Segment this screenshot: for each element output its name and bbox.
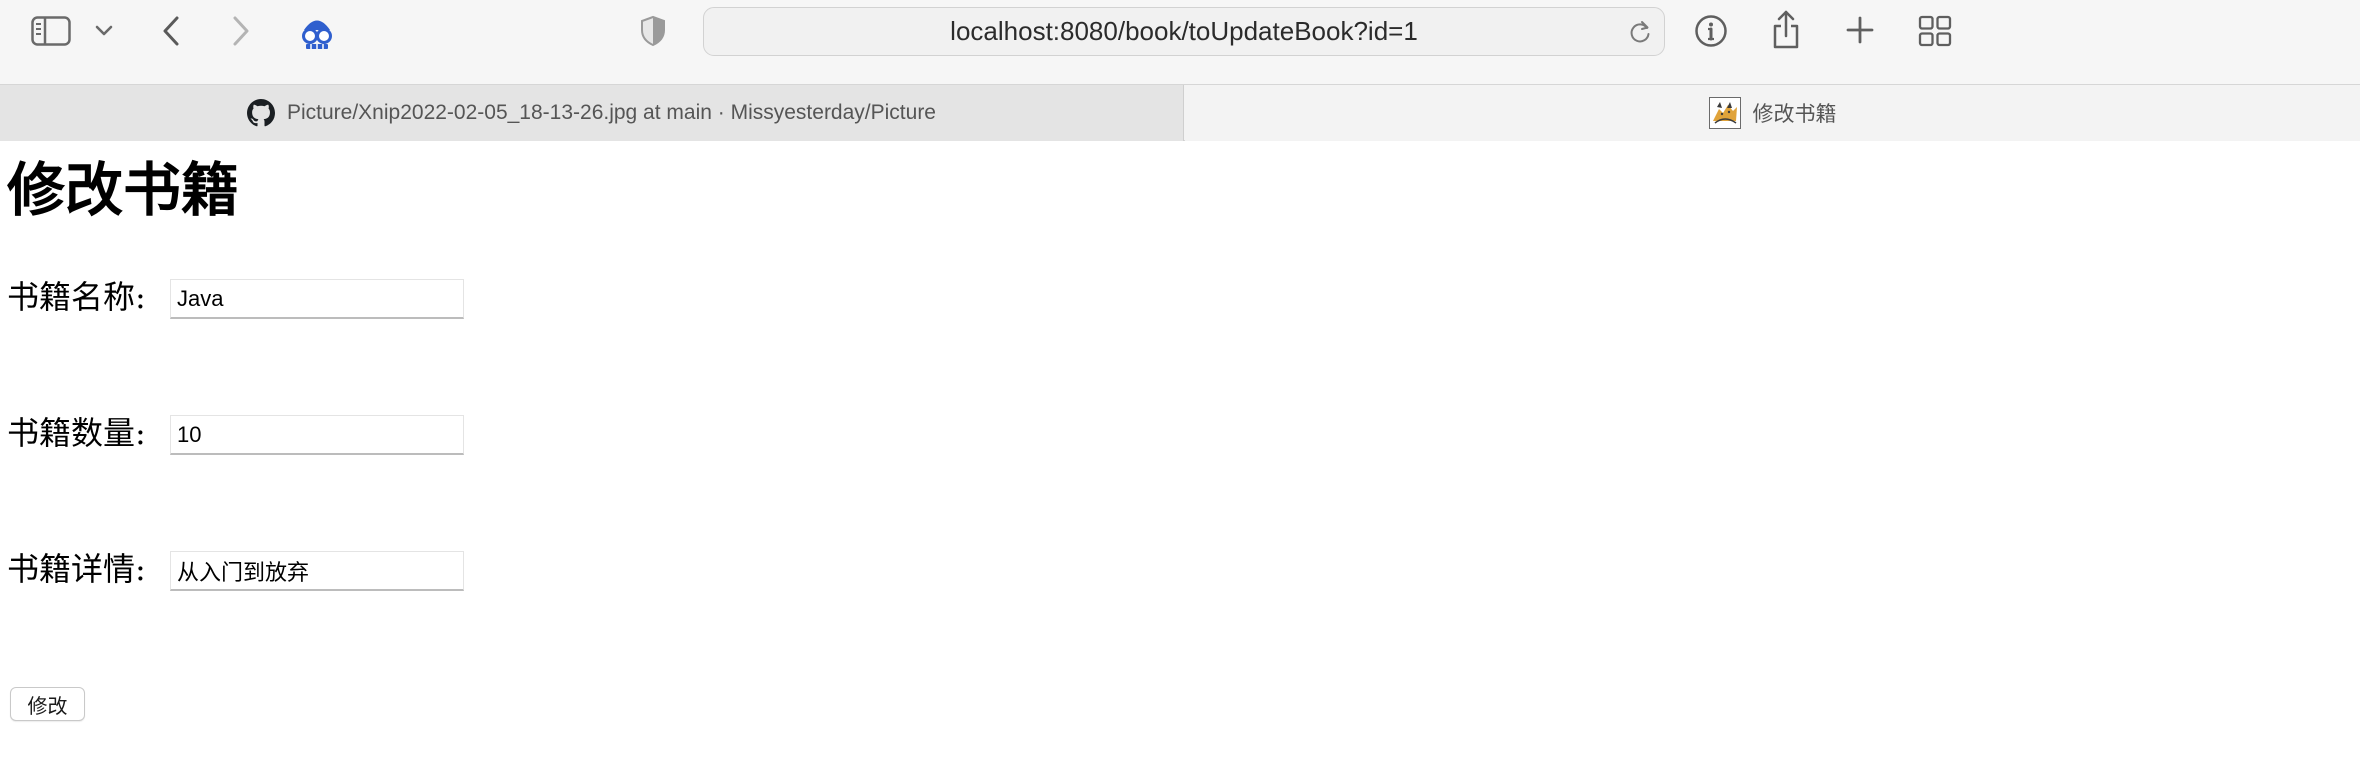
book-count-label: 书籍数量: xyxy=(7,414,146,452)
book-name-label: 书籍名称: xyxy=(7,278,146,316)
book-detail-input[interactable] xyxy=(170,551,464,591)
book-count-input[interactable] xyxy=(170,415,464,455)
address-url[interactable]: localhost:8080/book/toUpdateBook?id=1 xyxy=(704,8,1664,55)
forward-icon[interactable] xyxy=(226,13,256,49)
github-icon xyxy=(246,99,275,127)
back-icon[interactable] xyxy=(156,13,186,49)
tab-github-picture[interactable]: Picture/Xnip2022-02-05_18-13-26.jpg at m… xyxy=(0,85,1184,141)
privacy-shield-icon[interactable] xyxy=(638,14,668,48)
chevron-down-icon[interactable] xyxy=(92,20,116,42)
tomcat-icon xyxy=(1708,97,1741,129)
book-name-input[interactable] xyxy=(170,279,464,319)
share-icon[interactable] xyxy=(1769,8,1803,50)
sidebar-icon[interactable] xyxy=(30,14,72,48)
browser-toolbar: localhost:8080/book/toUpdateBook?id=1 xyxy=(0,0,2360,84)
extension-icon[interactable] xyxy=(297,12,337,52)
page-title: 修改书籍 xyxy=(7,156,240,224)
book-detail-label: 书籍详情: xyxy=(7,550,146,588)
address-bar[interactable]: localhost:8080/book/toUpdateBook?id=1 xyxy=(703,7,1665,56)
reload-icon[interactable] xyxy=(1626,17,1654,47)
new-tab-icon[interactable] xyxy=(1843,13,1877,47)
tab-label: Picture/Xnip2022-02-05_18-13-26.jpg at m… xyxy=(286,101,936,124)
tab-update-book[interactable]: 修改书籍 xyxy=(1185,85,2360,141)
submit-button[interactable]: 修改 xyxy=(10,687,85,721)
info-icon[interactable] xyxy=(1693,13,1729,49)
page-content: 修改书籍 书籍名称: 书籍数量: 书籍详情: 修改 xyxy=(0,141,2360,760)
tab-label: 修改书籍 xyxy=(1752,103,1837,126)
tab-overview-icon[interactable] xyxy=(1917,14,1953,48)
tab-bar: Picture/Xnip2022-02-05_18-13-26.jpg at m… xyxy=(0,84,2360,141)
